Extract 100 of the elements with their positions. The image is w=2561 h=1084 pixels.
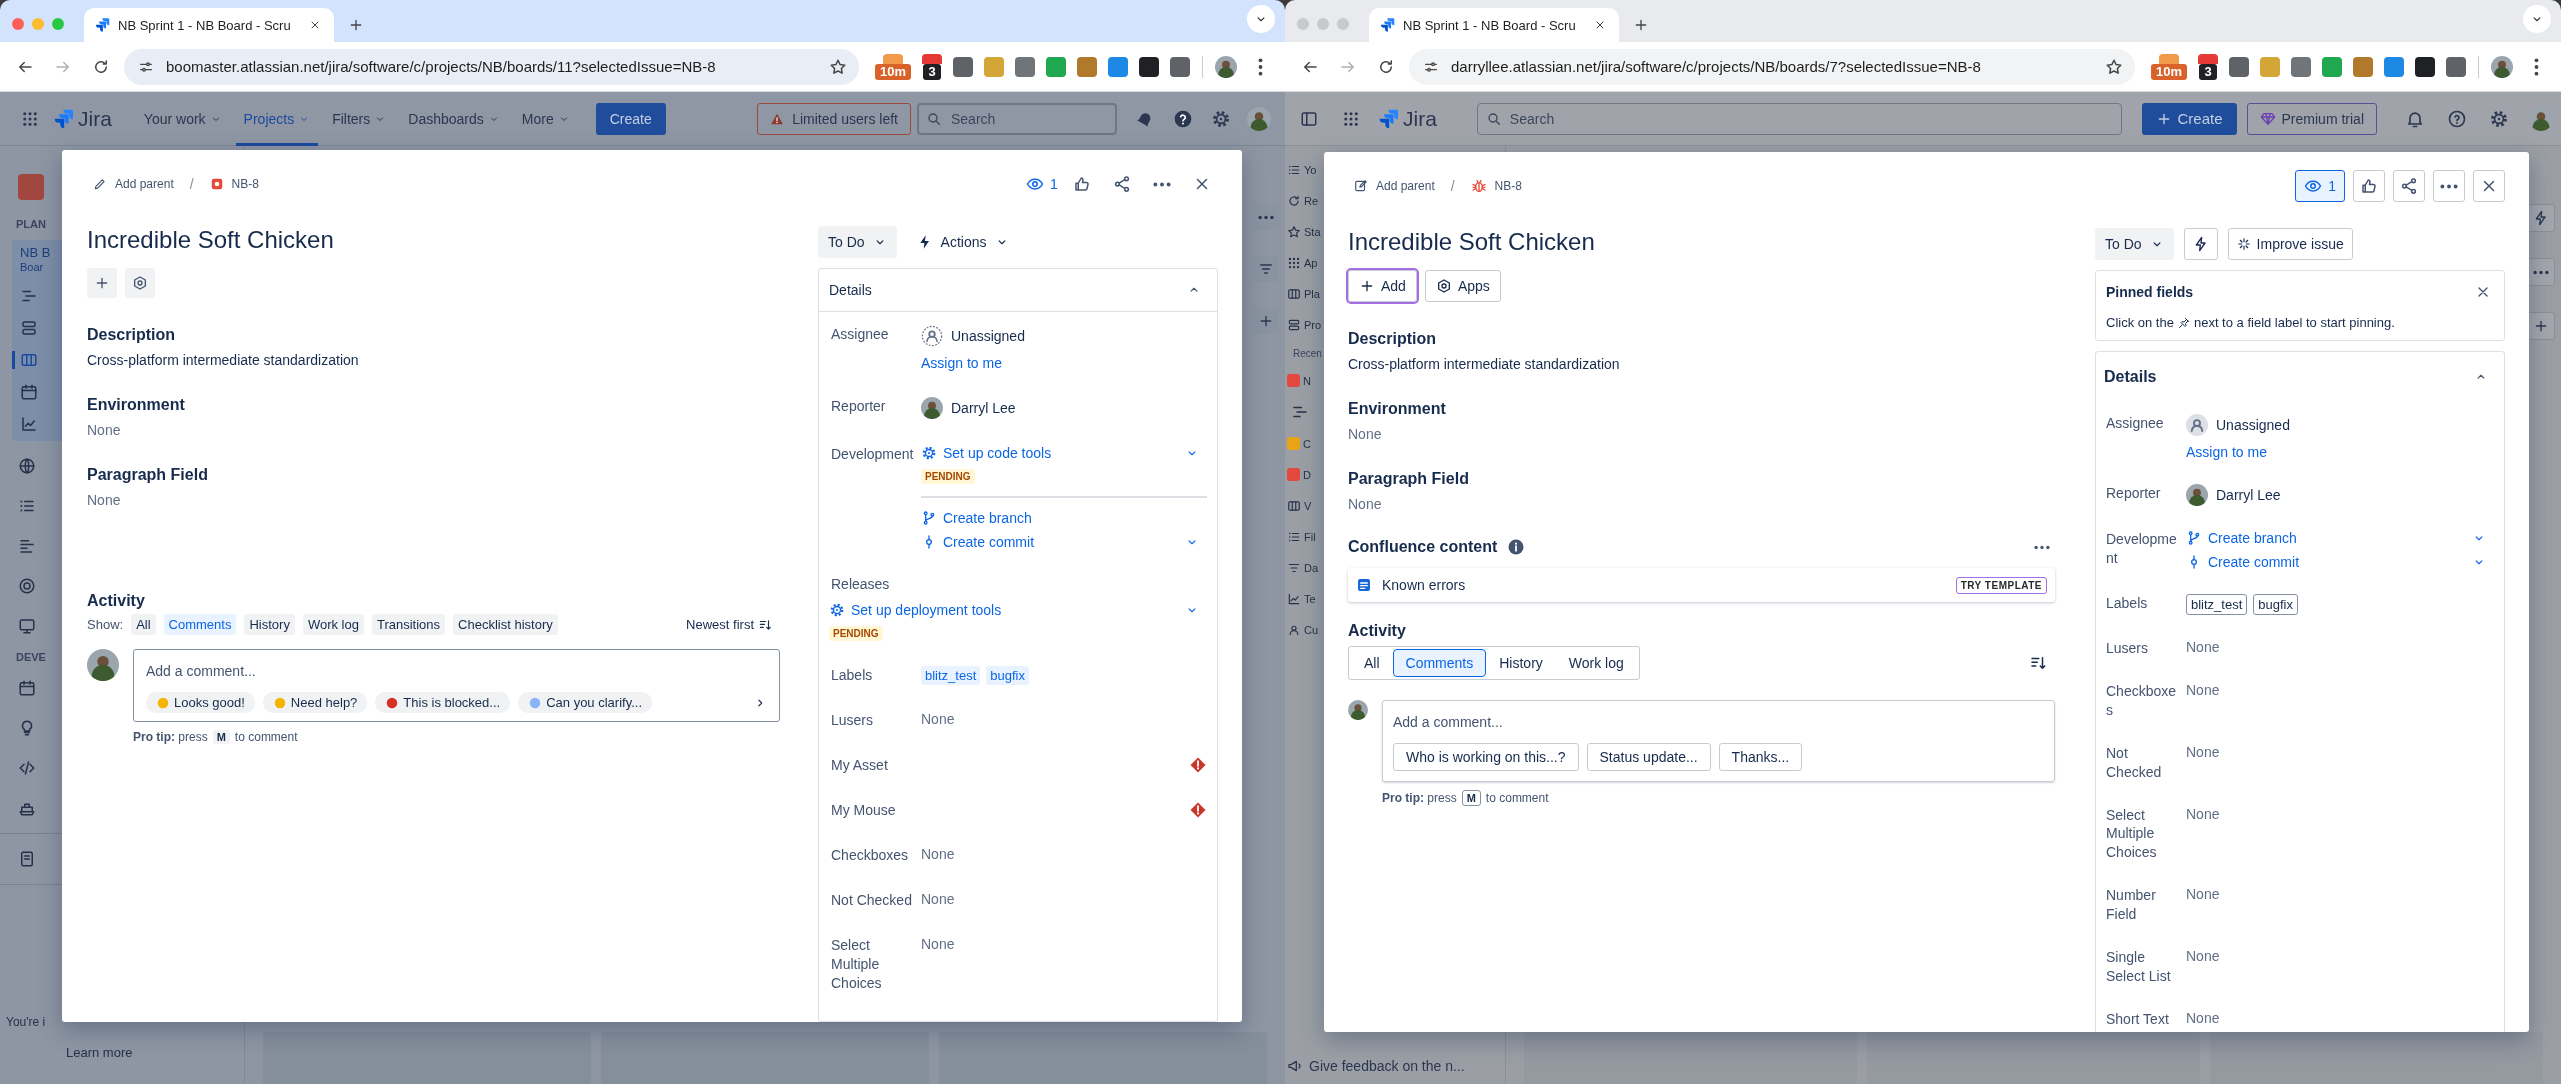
activity-tab[interactable]: Work log [1556, 650, 1636, 676]
nav-menu[interactable]: More [513, 91, 578, 146]
label-tag[interactable]: bugfix [2253, 594, 2298, 615]
label-tag[interactable]: blitz_test [2186, 594, 2248, 615]
sidebar-item[interactable]: Fil [1287, 521, 1316, 552]
field-value[interactable]: None [2186, 886, 2220, 903]
sidebar-item[interactable]: Ap [1287, 247, 1318, 278]
issue-title[interactable]: Incredible Soft Chicken [87, 226, 780, 254]
add-parent-button[interactable]: Add parent [87, 173, 180, 195]
nav-menu[interactable]: Dashboards [400, 91, 508, 146]
activity-tab[interactable]: Checklist history [453, 614, 558, 635]
sidebar-item[interactable]: V [1287, 490, 1312, 521]
browser-tab[interactable]: NB Sprint 1 - NB Board - Scru [1369, 8, 1619, 42]
improve-issue-button[interactable]: Improve issue [2227, 228, 2353, 260]
field-value[interactable]: None [1348, 496, 2055, 512]
field-value[interactable]: None [921, 710, 955, 727]
sidebar-item[interactable]: Te [1287, 583, 1316, 614]
sidebar-item[interactable]: NB B [20, 246, 51, 259]
label-tag[interactable]: blitz_test [921, 665, 981, 685]
activity-tab[interactable]: History [1487, 650, 1555, 676]
field-value[interactable]: Cross-platform intermediate standardization [87, 352, 780, 368]
confluence-page-row[interactable]: Known errors TRY TEMPLATE [1348, 568, 2055, 602]
sidebar-item[interactable]: Pro [1287, 309, 1322, 340]
jira-logo[interactable]: Jira [52, 106, 112, 131]
sidebar-item[interactable]: Da [1287, 552, 1319, 583]
activity-tab[interactable]: Comments [163, 614, 237, 635]
address-field[interactable]: darryllee.atlassian.net/jira/software/c/projects/NB/boards/7?selectedIssue=NB-8 [1409, 48, 2135, 85]
sidebar-item[interactable]: Pla [1287, 278, 1320, 309]
learn-more-link[interactable]: Learn more [66, 1045, 133, 1060]
create-button[interactable]: Create [2141, 102, 2237, 135]
label-tag[interactable]: bugfix [986, 665, 1029, 685]
issue-key-link[interactable]: NB-8 [203, 173, 265, 195]
feedback-button[interactable]: Give feedback on the n... [1287, 1058, 1465, 1074]
user-picker[interactable]: Unassigned [921, 325, 1025, 347]
sort-button[interactable]: Newest first [686, 617, 772, 632]
activity-tab[interactable]: All [1352, 650, 1392, 676]
assign-to-me-link[interactable]: Assign to me [2186, 444, 2267, 460]
suggestion-chip[interactable]: This is blocked... [375, 692, 511, 713]
jira-logo[interactable]: Jira [1377, 106, 1437, 131]
sidebar-item[interactable]: Sta [1287, 216, 1321, 247]
sidebar-item[interactable]: C [1287, 428, 1311, 459]
watch-button[interactable]: 1 [1026, 168, 1058, 200]
field-value[interactable]: None [2186, 682, 2220, 698]
status-dropdown[interactable]: To Do [818, 226, 897, 258]
activity-tab[interactable]: Work log [302, 614, 364, 635]
nav-menu[interactable]: Your work [135, 91, 230, 146]
sidebar-item[interactable]: Yo [1287, 154, 1317, 185]
field-value[interactable]: None [921, 890, 955, 907]
development-link[interactable]: Create branch [921, 510, 1032, 526]
suggestion-chip[interactable]: Status update... [1586, 743, 1711, 771]
activity-tab[interactable]: History [244, 614, 295, 635]
field-value[interactable]: Cross-platform intermediate standardization [1348, 356, 2055, 372]
field-value[interactable]: None [2186, 743, 2220, 760]
comment-field[interactable]: Add a comment... Looks good! Need help? This is blocked... Can you clarify... [133, 649, 780, 722]
sidebar-item[interactable]: N [1287, 365, 1311, 396]
development-link[interactable]: Create branch [2186, 530, 2297, 546]
activity-tab[interactable]: Transitions [371, 614, 446, 635]
nav-menu[interactable]: Filters [324, 91, 395, 146]
field-value[interactable]: None [1348, 426, 2055, 442]
activity-tab[interactable]: Comments [1393, 650, 1486, 676]
search-field[interactable]: Search [917, 102, 1117, 135]
field-value[interactable]: None [87, 422, 780, 438]
suggestion-chip[interactable]: Can you clarify... [518, 692, 653, 713]
sidebar-item[interactable]: Re [1287, 185, 1319, 216]
development-link[interactable]: Create commit [2186, 554, 2300, 570]
field-value[interactable]: None [2186, 1009, 2220, 1026]
suggestion-chip[interactable]: Need help? [262, 692, 368, 713]
search-field[interactable]: Search [1476, 102, 2122, 135]
user-picker[interactable]: Unassigned [2186, 414, 2290, 436]
issue-key-link[interactable]: NB-8 [1464, 174, 1528, 198]
actions-button[interactable]: Actions [906, 226, 1019, 258]
user-picker[interactable]: Darryl Lee [2186, 484, 2281, 506]
development-link[interactable]: Set up code tools [921, 445, 1052, 461]
premium-trial-button[interactable]: Premium trial [2246, 102, 2377, 135]
add-parent-button[interactable]: Add parent [1348, 175, 1441, 197]
field-value[interactable]: None [921, 935, 955, 952]
watch-button[interactable]: 1 [2295, 170, 2345, 202]
limited-users-button[interactable]: Limited users left [757, 102, 911, 135]
development-link[interactable]: Create commit [921, 534, 1035, 550]
field-value[interactable]: None [921, 845, 955, 862]
field-value[interactable]: None [2186, 639, 2220, 655]
development-link[interactable]: Set up deployment tools [829, 601, 1002, 618]
suggestion-chip[interactable]: Thanks... [1718, 743, 1803, 771]
suggestion-chip[interactable]: Looks good! [146, 692, 255, 713]
field-value[interactable]: None [2186, 948, 2220, 964]
browser-tab[interactable]: NB Sprint 1 - NB Board - Scru [84, 8, 334, 42]
sidebar-item[interactable]: D [1287, 459, 1311, 490]
create-button[interactable]: Create [595, 102, 666, 135]
nav-menu[interactable]: Projects [235, 91, 319, 146]
field-value[interactable]: None [87, 492, 780, 508]
activity-tab[interactable]: All [131, 614, 156, 635]
address-field[interactable]: boomaster.atlassian.net/jira/software/c/projects/NB/boards/11?selectedIssue=NB-8 [124, 48, 859, 85]
assign-to-me-link[interactable]: Assign to me [921, 355, 1002, 371]
sidebar-item[interactable]: Cu [1287, 614, 1319, 645]
field-value[interactable]: None [2186, 805, 2220, 822]
status-dropdown[interactable]: To Do [2095, 228, 2174, 260]
add-button[interactable]: Add [1348, 270, 1417, 302]
user-picker[interactable]: Darryl Lee [921, 397, 1016, 419]
comment-field[interactable]: Add a comment... Who is working on this...? Status update... Thanks... [1382, 700, 2055, 782]
issue-title[interactable]: Incredible Soft Chicken [1348, 228, 2055, 256]
